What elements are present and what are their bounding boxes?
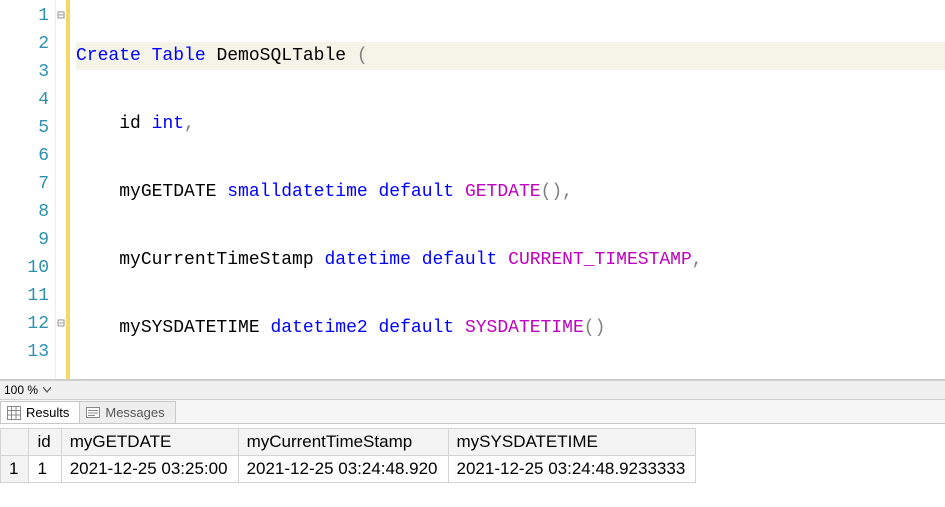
fold-marker-icon[interactable]: ⊟ <box>56 2 66 30</box>
line-number: 1 <box>0 2 49 30</box>
code-editor[interactable]: 1 2 3 4 5 6 7 8 9 10 11 12 13 ⊟ ⊟ Create… <box>0 0 945 380</box>
column-header[interactable]: mySYSDATETIME <box>448 429 696 456</box>
results-panel: id myGETDATE myCurrentTimeStamp mySYSDAT… <box>0 428 945 483</box>
code-area[interactable]: Create Table DemoSQLTable ( id int, myGE… <box>70 0 945 379</box>
line-number: 2 <box>0 30 49 58</box>
line-number: 9 <box>0 226 49 254</box>
zoom-bar: 100 % <box>0 380 945 400</box>
line-number: 8 <box>0 198 49 226</box>
cell-mysysdatetime[interactable]: 2021-12-25 03:24:48.9233333 <box>448 456 696 483</box>
line-number: 12 <box>0 310 49 338</box>
cell-id[interactable]: 1 <box>29 456 61 483</box>
code-line[interactable]: Create Table DemoSQLTable ( <box>76 42 945 70</box>
line-number: 4 <box>0 86 49 114</box>
line-number: 7 <box>0 170 49 198</box>
column-header[interactable]: myCurrentTimeStamp <box>238 429 448 456</box>
code-line[interactable]: myGETDATE smalldatetime default GETDATE(… <box>76 178 945 206</box>
tab-messages[interactable]: Messages <box>79 401 175 423</box>
messages-icon <box>86 406 100 420</box>
column-header[interactable]: id <box>29 429 61 456</box>
results-tabs: Results Messages <box>0 400 945 424</box>
code-line[interactable]: id int, <box>76 110 945 138</box>
fold-marker-icon[interactable]: ⊟ <box>56 310 66 338</box>
grid-corner <box>1 429 29 456</box>
chevron-down-icon[interactable] <box>42 385 52 395</box>
line-number: 6 <box>0 142 49 170</box>
code-line[interactable]: mySYSDATETIME datetime2 default SYSDATET… <box>76 314 945 342</box>
tab-label: Results <box>26 405 69 420</box>
line-number: 3 <box>0 58 49 86</box>
tab-label: Messages <box>105 405 164 420</box>
line-number-gutter: 1 2 3 4 5 6 7 8 9 10 11 12 13 <box>0 0 56 379</box>
fold-gutter: ⊟ ⊟ <box>56 0 70 379</box>
row-number[interactable]: 1 <box>1 456 29 483</box>
line-number: 13 <box>0 338 49 366</box>
results-grid[interactable]: id myGETDATE myCurrentTimeStamp mySYSDAT… <box>0 428 696 483</box>
cell-mycurrenttimestamp[interactable]: 2021-12-25 03:24:48.920 <box>238 456 448 483</box>
column-header[interactable]: myGETDATE <box>61 429 238 456</box>
line-number: 5 <box>0 114 49 142</box>
tab-results[interactable]: Results <box>0 401 80 423</box>
zoom-level-label[interactable]: 100 % <box>4 383 38 397</box>
code-line[interactable]: myCurrentTimeStamp datetime default CURR… <box>76 246 945 274</box>
grid-icon <box>7 406 21 420</box>
table-row[interactable]: 1 1 2021-12-25 03:25:00 2021-12-25 03:24… <box>1 456 696 483</box>
header-row: id myGETDATE myCurrentTimeStamp mySYSDAT… <box>1 429 696 456</box>
cell-mygetdate[interactable]: 2021-12-25 03:25:00 <box>61 456 238 483</box>
line-number: 11 <box>0 282 49 310</box>
line-number: 10 <box>0 254 49 282</box>
